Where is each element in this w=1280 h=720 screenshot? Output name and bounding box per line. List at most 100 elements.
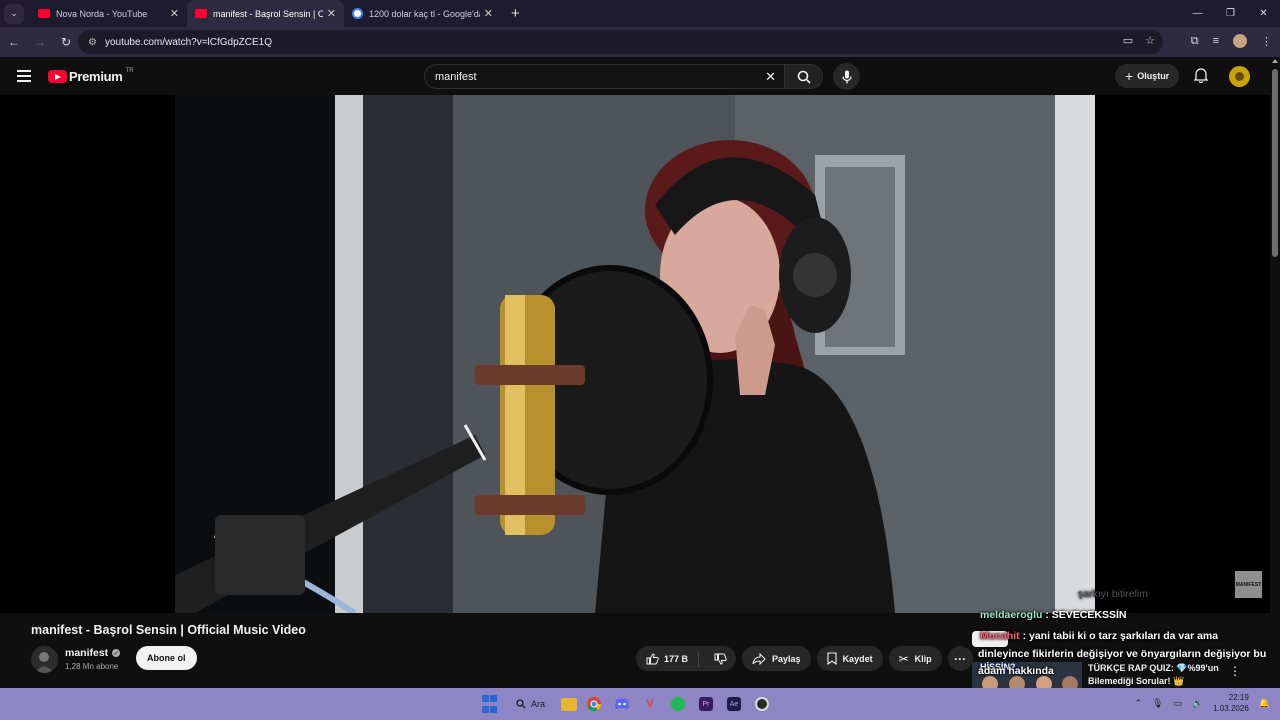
chat-message-4: adam hakkında [978, 665, 1054, 677]
clip-button[interactable]: ✂ Klip [888, 646, 942, 671]
valorant-icon[interactable]: V [639, 693, 661, 715]
search-icon [516, 699, 526, 709]
chrome-icon[interactable] [583, 693, 605, 715]
search-button[interactable] [785, 64, 823, 89]
chat-message-2: Mucahit : yani tabii ki o tarz şarkıları… [980, 630, 1218, 642]
notifications-bell-icon[interactable] [1194, 68, 1208, 83]
media-control-icon[interactable]: ≡ [1213, 35, 1219, 47]
hamburger-menu-icon[interactable] [17, 70, 31, 85]
youtube-premium-logo[interactable]: Premium TR [48, 67, 134, 84]
menu-kebab-icon[interactable]: ⋮ [1261, 35, 1272, 48]
taskbar-clock[interactable]: 22:19 1.03.2026 [1213, 692, 1249, 714]
tray-overflow-chevron-icon[interactable]: ⌃ [1134, 698, 1142, 709]
taskbar-search[interactable]: Ara [506, 693, 555, 715]
country-code: TR [125, 67, 134, 74]
google-favicon-icon [352, 8, 363, 19]
subscribe-button[interactable]: Abone ol [136, 646, 197, 670]
tab-manifest-video[interactable]: manifest - Başrol Sensin | Official ✕ [187, 0, 344, 27]
reload-icon[interactable]: ↻ [54, 35, 78, 49]
share-button[interactable]: Paylaş [742, 646, 811, 671]
windows-start-icon[interactable] [478, 693, 500, 715]
profile-avatar[interactable] [1233, 34, 1247, 48]
network-icon[interactable]: ▭ [1173, 698, 1182, 709]
close-tab-icon[interactable]: ✕ [327, 7, 336, 20]
rec-title-line-1: TÜRKÇE RAP QUIZ: 💎%99'un [1088, 663, 1219, 673]
dislike-button[interactable] [705, 653, 736, 665]
tab-search-chevron-icon[interactable]: ⌄ [4, 3, 24, 24]
youtube-header: Premium TR manifest ✕ + Oluştur [0, 57, 1270, 95]
video-frame[interactable] [175, 95, 1095, 613]
bookmark-star-icon[interactable]: ☆ [1145, 34, 1155, 47]
youtube-favicon-icon [38, 9, 50, 18]
share-arrow-icon [752, 652, 766, 665]
tab-title: manifest - Başrol Sensin | Official [213, 8, 323, 19]
volume-icon[interactable]: 🔈 [1192, 698, 1203, 709]
back-arrow-icon[interactable]: ← [2, 35, 26, 49]
youtube-favicon-icon [195, 9, 207, 18]
scissors-icon: ✂ [898, 651, 909, 666]
forward-arrow-icon[interactable]: → [28, 35, 52, 49]
close-window-icon[interactable]: ✕ [1247, 0, 1280, 27]
system-tray: ⌃ 🎙 ▭ 🔈 22:19 1.03.2026 🔔 [1134, 692, 1270, 714]
channel-avatar-image [31, 646, 58, 673]
thumbs-down-icon [714, 653, 727, 665]
voice-search-button[interactable] [833, 63, 860, 90]
clear-search-icon[interactable]: ✕ [765, 69, 776, 85]
chat-message-1: meldaeroglu : SEVECEKSSİN [980, 609, 1126, 621]
date: 1.03.2026 [1213, 704, 1249, 713]
scrollbar-thumb[interactable] [1272, 69, 1278, 257]
channel-avatar[interactable] [31, 646, 58, 673]
tab-nova-norda[interactable]: Nova Norda - YouTube ✕ [30, 0, 187, 27]
subscriber-count: 1,28 Mn abone [65, 662, 119, 671]
verified-check-icon: ✓ [112, 649, 121, 657]
save-button[interactable]: Kaydet [816, 646, 883, 671]
time: 22:19 [1228, 693, 1249, 702]
obs-icon[interactable] [751, 693, 773, 715]
close-tab-icon[interactable]: ✕ [484, 7, 493, 20]
tab-google-search[interactable]: 1200 dolar kaç tl - Google'da A ✕ [344, 0, 501, 27]
recommended-video-title[interactable]: TÜRKÇE RAP QUIZ: 💎%99'un Bilemediği Soru… [1088, 662, 1219, 688]
minimize-icon[interactable]: — [1181, 0, 1214, 27]
tab-title: Nova Norda - YouTube [56, 8, 148, 19]
discord-icon[interactable] [611, 693, 633, 715]
rec-title-line-2: Bilemediği Sorular! 👑 [1088, 676, 1185, 686]
logo-text: Premium [69, 69, 123, 84]
chat-text: : yani tabii ki o tarz şarkıları da var … [1022, 630, 1219, 642]
search-input[interactable]: manifest ✕ [424, 64, 785, 89]
video-player[interactable]: MANIFEST [0, 95, 1270, 613]
like-button[interactable]: 177 B [636, 650, 700, 667]
recommendation-menu-icon[interactable]: ⋮ [1229, 664, 1241, 678]
tab-title: 1200 dolar kaç tl - Google'da A [369, 8, 480, 19]
notification-icon[interactable]: 🔔 [1259, 698, 1270, 709]
spotify-icon[interactable] [667, 693, 689, 715]
chat-message-3: dinleyince fikirlerin değişiyor ve önyar… [978, 648, 1267, 660]
create-button[interactable]: + Oluştur [1115, 64, 1180, 88]
close-tab-icon[interactable]: ✕ [170, 7, 179, 20]
plus-icon: + [1125, 68, 1134, 84]
chat-faded-line: şarkıyı bitirelim [1078, 588, 1149, 600]
save-label: Kaydet [842, 653, 873, 664]
address-bar[interactable]: ⚙ youtube.com/watch?v=lCfGdpZCE1Q ▭ ☆ [78, 30, 1163, 54]
microphone-icon [841, 70, 852, 83]
premiere-icon[interactable]: Pr [695, 693, 717, 715]
video-actions: 177 B Paylaş Kaydet ✂ Klip ··· [636, 646, 973, 671]
restore-icon[interactable]: ❐ [1214, 0, 1247, 27]
cast-icon[interactable]: ▭ [1123, 34, 1133, 47]
youtube-logo-icon [48, 70, 67, 83]
new-tab-button[interactable]: + [511, 5, 520, 22]
channel-watermark[interactable]: MANIFEST [1235, 571, 1262, 598]
mic-icon[interactable]: 🎙 [1152, 698, 1163, 709]
page-scrollbar[interactable] [1270, 57, 1280, 688]
channel-name[interactable]: manifest [65, 647, 108, 659]
file-explorer-icon[interactable] [561, 697, 578, 711]
taskbar-search-label: Ara [531, 699, 546, 709]
account-avatar[interactable] [1229, 66, 1250, 87]
channel-name-row[interactable]: manifest ✓ [65, 647, 121, 659]
more-actions-button[interactable]: ··· [947, 646, 973, 671]
after-effects-icon[interactable]: Ae [723, 693, 745, 715]
extensions-icon[interactable]: ⧉ [1191, 35, 1199, 48]
chat-text: : SEVECEKSSİN [1042, 609, 1127, 621]
url-text: youtube.com/watch?v=lCfGdpZCE1Q [104, 36, 272, 48]
scroll-up-arrow-icon[interactable] [1272, 59, 1278, 63]
site-info-icon[interactable]: ⚙ [88, 37, 97, 48]
